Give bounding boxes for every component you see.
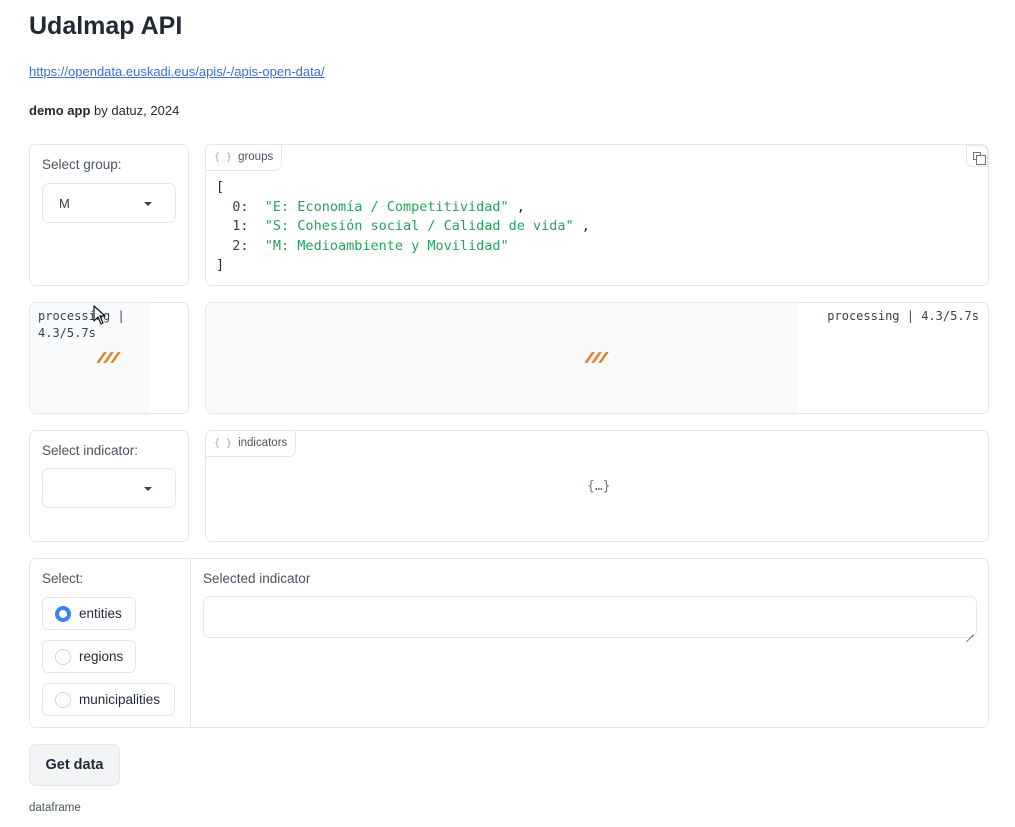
radio-dot xyxy=(55,606,71,622)
group-dropdown[interactable]: M xyxy=(42,183,176,223)
loading-spinner-icon xyxy=(96,352,121,364)
processing-status-line1: processing | xyxy=(38,309,125,323)
json-key: 1: xyxy=(232,218,249,234)
radio-municipalities[interactable]: municipalities xyxy=(42,683,175,716)
selected-indicator-textarea[interactable] xyxy=(203,596,977,638)
groups-json-tag-label: groups xyxy=(238,151,274,163)
indicators-json-panel: { } indicators {…} xyxy=(205,430,989,542)
copy-icon xyxy=(973,152,986,165)
processing-left-panel: processing | 4.3/5.7s xyxy=(29,302,189,414)
groups-json-content: [ 0: "E: Economía / Competitividad" , 1:… xyxy=(216,178,590,276)
radio-entities[interactable]: entities xyxy=(42,597,136,630)
json-value: "E: Economía / Competitividad" xyxy=(264,198,509,215)
dataframe-label: dataframe xyxy=(29,802,81,814)
radio-label: regions xyxy=(79,649,124,664)
processing-status: processing | 4.3/5.7s xyxy=(827,309,979,323)
processing-right-panel: processing | 4.3/5.7s xyxy=(205,302,989,414)
selected-indicator-label: Selected indicator xyxy=(203,571,311,586)
group-select-panel: Select group: M xyxy=(29,144,189,286)
chevron-down-icon xyxy=(144,487,152,491)
credits-bold: demo app xyxy=(29,103,91,118)
get-data-button[interactable]: Get data xyxy=(29,744,120,786)
radio-dot xyxy=(55,649,71,665)
json-open: [ xyxy=(216,179,225,195)
json-icon: { } xyxy=(214,438,233,449)
json-value: "M: Medioambiente y Movilidad" xyxy=(264,237,509,254)
copy-button[interactable] xyxy=(966,145,988,167)
group-dropdown-value: M xyxy=(59,196,70,211)
radio-regions[interactable]: regions xyxy=(42,640,136,673)
indicators-json-tag-label: indicators xyxy=(238,437,288,449)
json-sep: , xyxy=(508,198,525,215)
json-value: "S: Cohesión social / Calidad de vida" xyxy=(264,218,574,234)
empty-json-placeholder: {…} xyxy=(587,479,611,494)
groups-json-tag: { } groups xyxy=(205,144,283,171)
page-title: Udalmap API xyxy=(29,12,183,40)
credits: demo app by datuz, 2024 xyxy=(29,103,179,118)
credits-rest: by datuz, 2024 xyxy=(90,103,180,118)
group-select-label: Select group: xyxy=(42,157,122,172)
loading-overlay xyxy=(206,303,798,413)
processing-status: processing | 4.3/5.7s xyxy=(38,308,125,342)
json-key: 0: xyxy=(232,198,249,215)
resize-handle-icon[interactable] xyxy=(966,627,974,635)
loading-spinner-icon xyxy=(584,352,609,364)
indicator-select-label: Select indicator: xyxy=(42,443,139,458)
column-divider xyxy=(190,559,191,727)
level-radio-label: Select: xyxy=(42,571,84,586)
processing-status-line2: 4.3/5.7s xyxy=(38,326,96,340)
indicators-json-tag: { } indicators xyxy=(205,430,297,457)
json-close: ] xyxy=(216,257,225,273)
radio-label: municipalities xyxy=(79,692,161,707)
api-link[interactable]: https://opendata.euskadi.eus/apis/-/apis… xyxy=(29,64,325,79)
indicator-select-panel: Select indicator: xyxy=(29,430,189,542)
groups-json-panel: { } groups [ 0: "E: Economía / Competitiv… xyxy=(205,144,989,286)
chevron-down-icon xyxy=(144,202,152,206)
json-key: 2: xyxy=(232,237,249,254)
level-panel: Select: entities regions municipalities … xyxy=(29,558,989,728)
json-sep: , xyxy=(573,218,590,234)
radio-dot xyxy=(55,692,71,708)
mouse-cursor-icon xyxy=(93,305,106,325)
json-icon: { } xyxy=(214,152,233,163)
radio-label: entities xyxy=(79,606,122,621)
indicator-dropdown[interactable] xyxy=(42,468,176,508)
